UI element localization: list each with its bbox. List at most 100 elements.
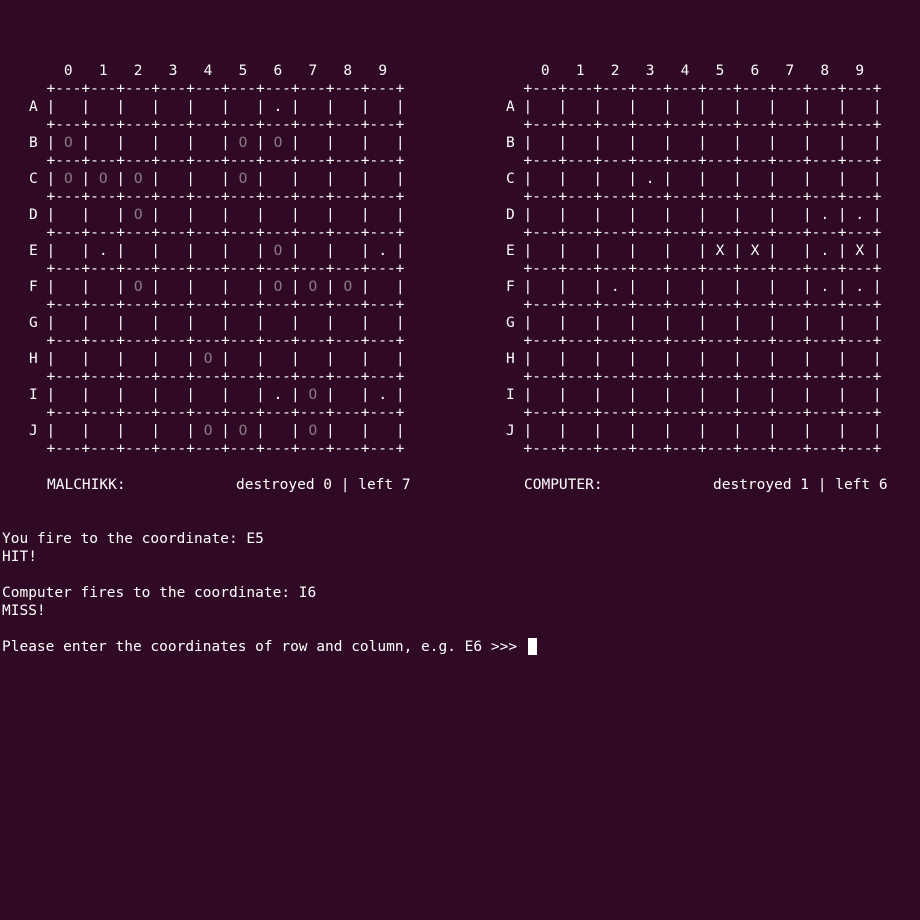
grid-separator: +---+---+---+---+---+---+---+---+---+---… bbox=[506, 333, 882, 349]
empty-cell bbox=[169, 99, 178, 115]
row-label: G bbox=[29, 315, 38, 331]
miss-cell: . bbox=[820, 279, 830, 295]
grid-row: B | | | | | | | | | | | bbox=[506, 135, 882, 151]
empty-cell bbox=[239, 279, 248, 295]
miss-cell: . bbox=[378, 243, 388, 259]
column-label: 4 bbox=[680, 63, 690, 79]
grid-separator: +---+---+---+---+---+---+---+---+---+---… bbox=[29, 405, 405, 421]
empty-cell bbox=[134, 99, 143, 115]
miss-cell: . bbox=[273, 387, 283, 403]
player-name: MALCHIKK: bbox=[47, 477, 126, 493]
empty-cell bbox=[343, 99, 352, 115]
grid-separator: +---+---+---+---+---+---+---+---+---+---… bbox=[29, 189, 405, 205]
column-label: 5 bbox=[715, 63, 725, 79]
grid-row: C | | | | . | | | | | | | bbox=[506, 171, 882, 187]
empty-cell bbox=[751, 387, 760, 403]
empty-cell bbox=[309, 315, 318, 331]
empty-cell bbox=[378, 279, 387, 295]
grid-separator: +---+---+---+---+---+---+---+---+---+---… bbox=[506, 189, 882, 205]
ship-cell: O bbox=[238, 171, 248, 187]
empty-cell bbox=[855, 171, 864, 187]
text-cursor[interactable] bbox=[527, 638, 537, 655]
empty-cell bbox=[611, 243, 620, 259]
column-label: 6 bbox=[273, 63, 283, 79]
grid-separator: +---+---+---+---+---+---+---+---+---+---… bbox=[29, 333, 405, 349]
empty-cell bbox=[611, 135, 620, 151]
empty-cell bbox=[611, 423, 620, 439]
empty-cell bbox=[64, 315, 73, 331]
grid-row: E | | | | | | X | X | | . | X | bbox=[506, 243, 882, 259]
empty-cell bbox=[134, 243, 143, 259]
empty-cell bbox=[646, 387, 655, 403]
empty-cell bbox=[751, 171, 760, 187]
row-label: I bbox=[29, 387, 38, 403]
empty-cell bbox=[611, 387, 620, 403]
ship-cell: O bbox=[133, 207, 143, 223]
column-label: 4 bbox=[203, 63, 213, 79]
row-label: G bbox=[506, 315, 515, 331]
ship-cell: O bbox=[273, 279, 283, 295]
empty-cell bbox=[169, 135, 178, 151]
empty-cell bbox=[343, 387, 352, 403]
grid-separator: +---+---+---+---+---+---+---+---+---+---… bbox=[506, 441, 882, 457]
empty-cell bbox=[751, 135, 760, 151]
column-label: 0 bbox=[540, 63, 550, 79]
input-line[interactable]: Please enter the coordinates of row and … bbox=[2, 638, 537, 656]
ship-cell: O bbox=[273, 243, 283, 259]
empty-cell bbox=[681, 207, 690, 223]
row-label: J bbox=[506, 423, 515, 439]
grid-separator: +---+---+---+---+---+---+---+---+---+---… bbox=[506, 261, 882, 277]
empty-cell bbox=[204, 207, 213, 223]
empty-cell bbox=[576, 387, 585, 403]
player-fire-result: HIT! bbox=[2, 549, 37, 565]
ship-cell: O bbox=[63, 171, 73, 187]
grid-separator: +---+---+---+---+---+---+---+---+---+---… bbox=[506, 117, 882, 133]
row-label: J bbox=[29, 423, 38, 439]
column-label: 5 bbox=[238, 63, 248, 79]
empty-cell bbox=[239, 351, 248, 367]
miss-cell: . bbox=[98, 243, 108, 259]
empty-cell bbox=[541, 135, 550, 151]
empty-cell bbox=[541, 99, 550, 115]
empty-cell bbox=[541, 351, 550, 367]
empty-cell bbox=[64, 351, 73, 367]
empty-cell bbox=[309, 99, 318, 115]
empty-cell bbox=[99, 351, 108, 367]
empty-cell bbox=[134, 135, 143, 151]
empty-cell bbox=[541, 243, 550, 259]
empty-cell bbox=[309, 351, 318, 367]
empty-cell bbox=[274, 423, 283, 439]
grid-separator: +---+---+---+---+---+---+---+---+---+---… bbox=[506, 405, 882, 421]
empty-cell bbox=[239, 99, 248, 115]
empty-cell bbox=[716, 351, 725, 367]
empty-cell bbox=[751, 99, 760, 115]
empty-cell bbox=[541, 171, 550, 187]
ship-cell: O bbox=[98, 171, 108, 187]
hit-cell: X bbox=[855, 243, 865, 259]
empty-cell bbox=[646, 351, 655, 367]
empty-cell bbox=[611, 171, 620, 187]
empty-cell bbox=[343, 171, 352, 187]
column-label: 7 bbox=[308, 63, 318, 79]
column-label: 9 bbox=[855, 63, 865, 79]
empty-cell bbox=[378, 423, 387, 439]
empty-cell bbox=[646, 135, 655, 151]
empty-cell bbox=[681, 423, 690, 439]
empty-cell bbox=[576, 171, 585, 187]
column-label: 3 bbox=[645, 63, 655, 79]
empty-cell bbox=[820, 423, 829, 439]
grid-separator: +---+---+---+---+---+---+---+---+---+---… bbox=[29, 261, 405, 277]
empty-cell bbox=[716, 387, 725, 403]
computer-status: destroyed 1 | left 6 bbox=[713, 477, 888, 493]
empty-cell bbox=[751, 279, 760, 295]
computer-fire-result: MISS! bbox=[2, 603, 46, 619]
player-fire-message: You fire to the coordinate: E5 bbox=[2, 531, 264, 547]
empty-cell bbox=[820, 387, 829, 403]
empty-cell bbox=[99, 99, 108, 115]
computer-name: COMPUTER: bbox=[524, 477, 603, 493]
empty-cell bbox=[855, 423, 864, 439]
empty-cell bbox=[716, 99, 725, 115]
empty-cell bbox=[541, 207, 550, 223]
hit-cell: X bbox=[715, 243, 725, 259]
empty-cell bbox=[64, 99, 73, 115]
